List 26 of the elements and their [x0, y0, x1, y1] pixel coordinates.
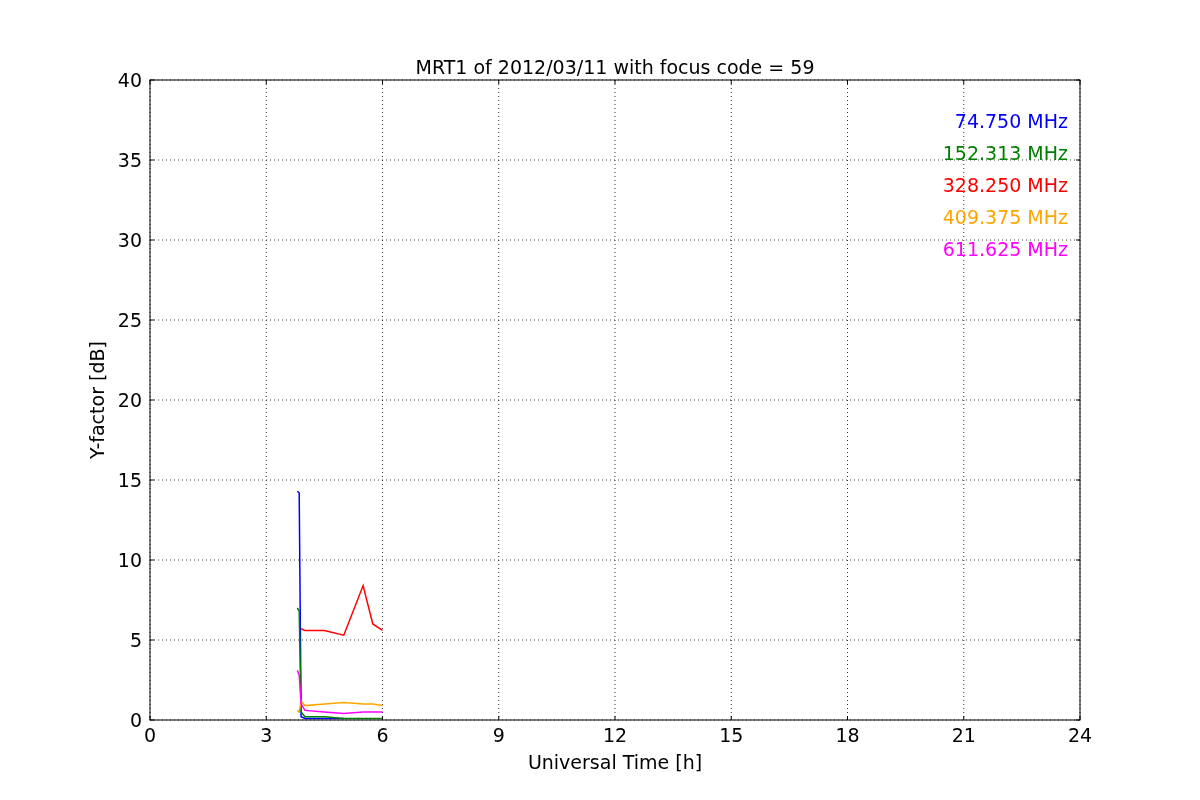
tick-label: 21 — [951, 724, 976, 746]
tick-label: 10 — [117, 549, 142, 571]
tick-label: 6 — [376, 724, 389, 746]
legend-label: 152.313 MHz — [942, 142, 1068, 164]
axis-label: Y-factor [dB] — [86, 341, 108, 459]
tick-label: 0 — [129, 709, 142, 731]
tick-label: 15 — [117, 469, 142, 491]
tick-label: 40 — [117, 69, 142, 91]
tick-label: 30 — [117, 229, 142, 251]
tick-label: 25 — [117, 309, 142, 331]
legend-label: 74.750 MHz — [954, 110, 1068, 132]
tick-label: 35 — [117, 149, 142, 171]
tick-label: 5 — [129, 629, 142, 651]
legend-label: 611.625 MHz — [942, 238, 1068, 260]
tick-label: 3 — [260, 724, 273, 746]
tick-label: 0 — [143, 724, 157, 746]
axis-label: Universal Time [h] — [527, 751, 703, 773]
tick-label: 9 — [492, 724, 505, 746]
legend-label: 328.250 MHz — [942, 174, 1068, 196]
tick-label: 18 — [835, 724, 860, 746]
chart-title: MRT1 of 2012/03/11 with focus code = 59 — [415, 56, 815, 78]
tick-label: 20 — [117, 389, 142, 411]
legend-label: 409.375 MHz — [942, 206, 1068, 228]
tick-label: 24 — [1067, 724, 1093, 746]
tick-label: 12 — [602, 724, 628, 746]
tick-label: 15 — [719, 724, 744, 746]
